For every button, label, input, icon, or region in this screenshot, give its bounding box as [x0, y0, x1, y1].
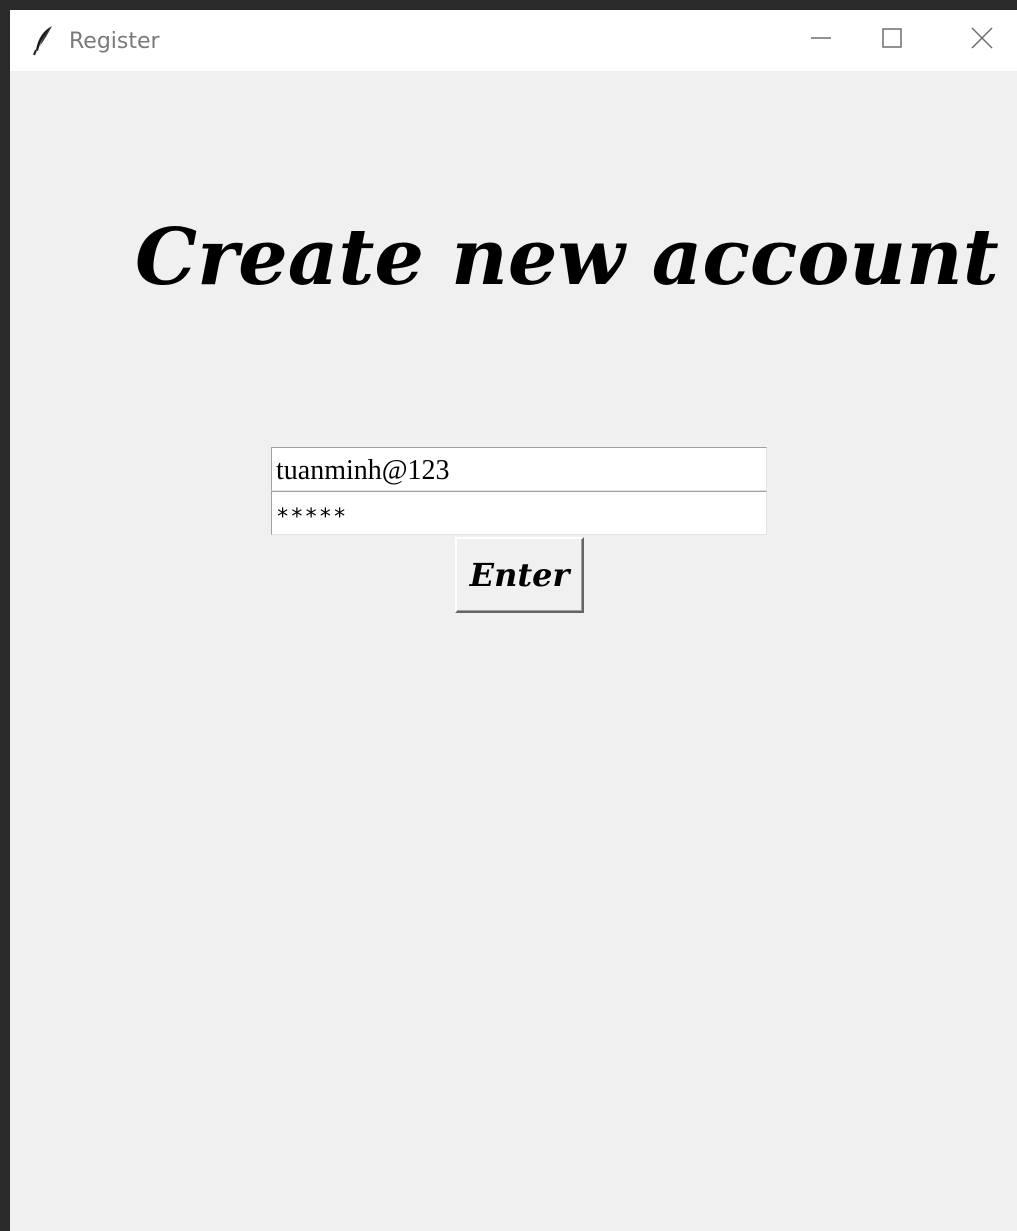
- enter-button[interactable]: Enter: [455, 537, 584, 613]
- window-top-edge: [0, 0, 1017, 10]
- window-left-edge: [0, 0, 10, 1231]
- username-input[interactable]: [271, 447, 767, 491]
- maximize-icon: [880, 26, 904, 55]
- maximize-button[interactable]: [857, 10, 927, 71]
- password-input[interactable]: [271, 491, 767, 535]
- form-content: Create new account Enter: [10, 71, 1017, 1231]
- feather-icon: [32, 24, 56, 56]
- minimize-icon: [809, 26, 833, 55]
- page-title: Create new account: [135, 212, 999, 303]
- title-bar[interactable]: Register: [10, 10, 1017, 71]
- register-window: Register Create new account Enter: [0, 0, 1017, 1231]
- minimize-button[interactable]: [786, 10, 856, 71]
- window-title: Register: [69, 29, 160, 54]
- close-icon: [970, 26, 994, 55]
- close-button[interactable]: [947, 10, 1017, 71]
